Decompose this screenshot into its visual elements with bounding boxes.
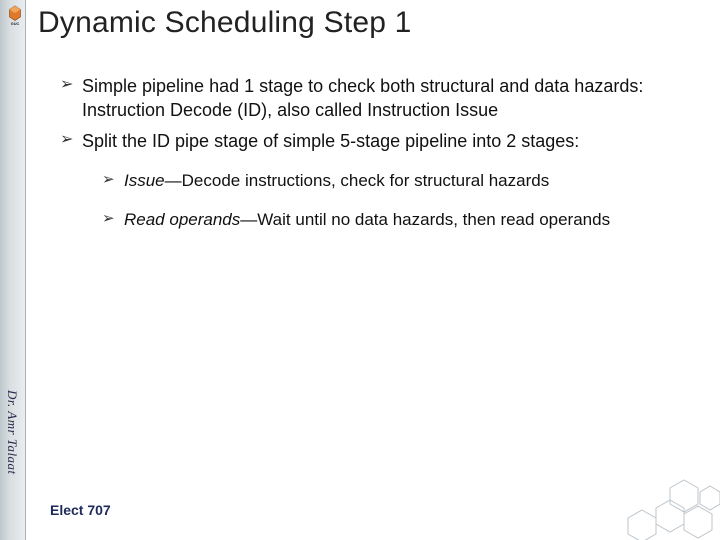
author-vertical: Dr. Amr Talaat xyxy=(4,390,20,475)
sub-bullet-2-rest: —Wait until no data hazards, then read o… xyxy=(240,210,610,229)
course-code: Elect 707 xyxy=(50,502,111,518)
bullet-arrow-icon: ➢ xyxy=(102,169,124,192)
bullet-arrow-icon: ➢ xyxy=(60,129,82,151)
bullet-1-text: Simple pipeline had 1 stage to check bot… xyxy=(82,74,690,123)
sub-bullet-2: ➢ Read operands—Wait until no data hazar… xyxy=(102,208,690,233)
corner-hex-art xyxy=(580,450,720,540)
slide-title: Dynamic Scheduling Step 1 xyxy=(38,6,412,40)
bullet-2: ➢ Split the ID pipe stage of simple 5-st… xyxy=(60,129,690,153)
svg-text:GUC: GUC xyxy=(11,22,20,26)
bullet-1: ➢ Simple pipeline had 1 stage to check b… xyxy=(60,74,690,123)
slide: GUC Dynamic Scheduling Step 1 ➢ Simple p… xyxy=(0,0,720,540)
bullet-2-text: Split the ID pipe stage of simple 5-stag… xyxy=(82,129,690,153)
bullet-arrow-icon: ➢ xyxy=(60,74,82,96)
sub-bullet-1-em: Issue xyxy=(124,171,165,190)
hex-pattern-icon xyxy=(580,450,720,540)
sub-bullet-2-text: Read operands—Wait until no data hazards… xyxy=(124,208,690,233)
guc-logo: GUC xyxy=(4,4,26,26)
logo-icon: GUC xyxy=(4,4,26,26)
sub-bullet-1: ➢ Issue—Decode instructions, check for s… xyxy=(102,169,690,194)
sub-bullet-1-text: Issue—Decode instructions, check for str… xyxy=(124,169,690,194)
content-area: ➢ Simple pipeline had 1 stage to check b… xyxy=(60,70,690,246)
sub-bullet-2-em: Read operands xyxy=(124,210,240,229)
sub-bullets: ➢ Issue—Decode instructions, check for s… xyxy=(102,169,690,232)
bullet-arrow-icon: ➢ xyxy=(102,208,124,231)
sub-bullet-1-rest: —Decode instructions, check for structur… xyxy=(165,171,550,190)
